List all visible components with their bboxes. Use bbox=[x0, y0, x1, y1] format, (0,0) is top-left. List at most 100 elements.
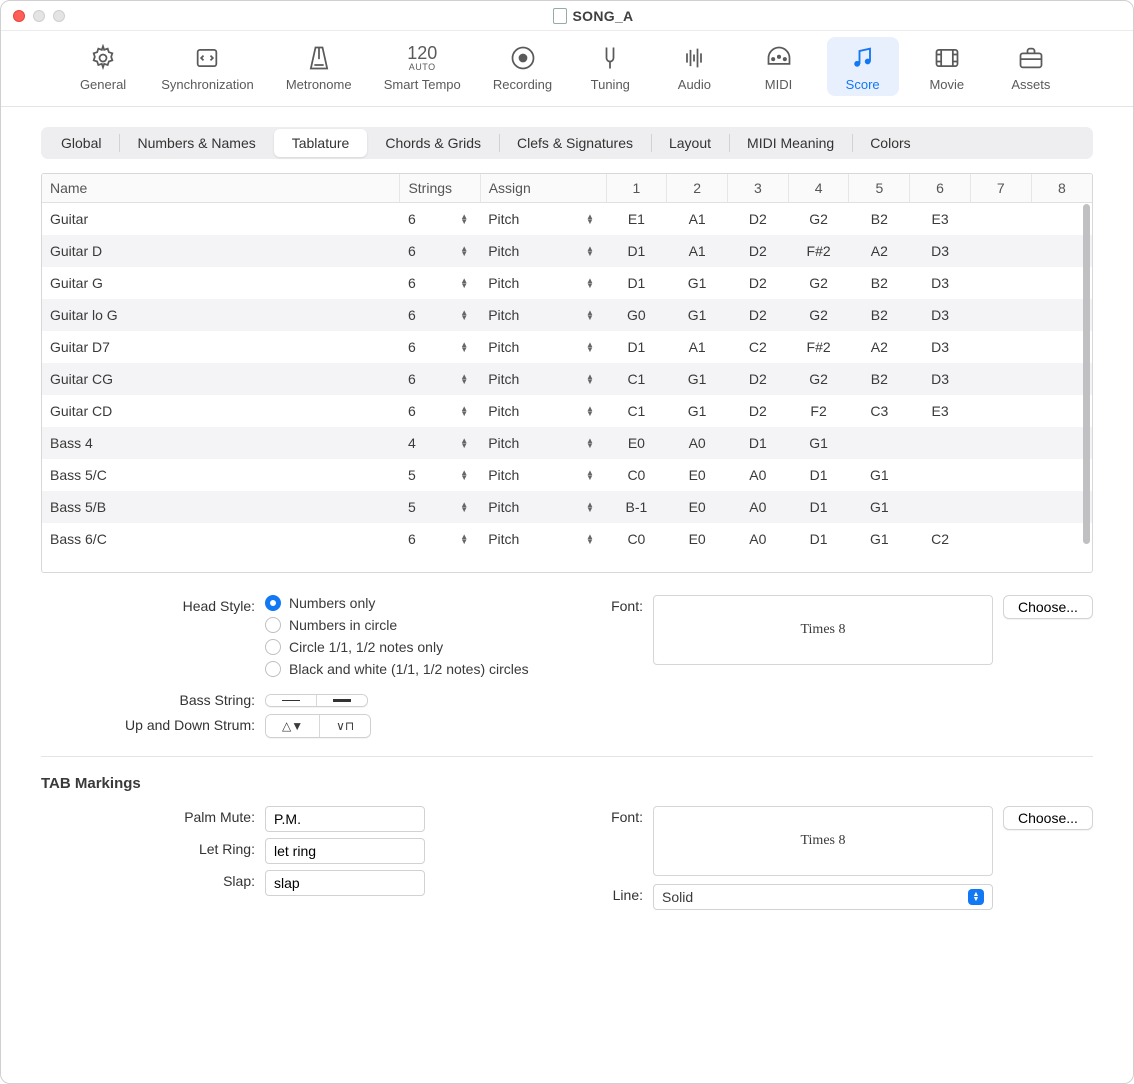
stepper-icon[interactable]: ▲▼ bbox=[586, 534, 598, 544]
radio-icon[interactable] bbox=[265, 661, 281, 677]
col-header-name[interactable]: Name bbox=[42, 174, 400, 203]
cell-string-1[interactable]: G0 bbox=[606, 299, 667, 331]
table-row[interactable]: Guitar6▲▼Pitch▲▼E1A1D2G2B2E3 bbox=[42, 203, 1092, 236]
cell-strings[interactable]: 5▲▼ bbox=[400, 459, 480, 491]
minimize-window-button[interactable] bbox=[33, 10, 45, 22]
cell-string-3[interactable]: D2 bbox=[728, 203, 789, 236]
cell-string-6[interactable]: E3 bbox=[910, 203, 971, 236]
cell-string-6[interactable]: D3 bbox=[910, 299, 971, 331]
cell-string-4[interactable]: F2 bbox=[788, 395, 849, 427]
subtab-numbers-names[interactable]: Numbers & Names bbox=[119, 129, 273, 157]
head-style-option-2[interactable]: Circle 1/1, 1/2 notes only bbox=[265, 639, 593, 655]
cell-name[interactable]: Guitar lo G bbox=[42, 299, 400, 331]
stepper-icon[interactable]: ▲▼ bbox=[586, 374, 598, 384]
cell-string-3[interactable]: D2 bbox=[728, 235, 789, 267]
stepper-icon[interactable]: ▲▼ bbox=[460, 534, 472, 544]
let-ring-input[interactable] bbox=[265, 838, 425, 864]
col-header-4[interactable]: 4 bbox=[788, 174, 849, 203]
cell-string-7[interactable] bbox=[970, 363, 1031, 395]
strum-option-1[interactable]: △▼ bbox=[266, 715, 319, 737]
cell-string-3[interactable]: A0 bbox=[728, 523, 789, 555]
bass-string-thick[interactable] bbox=[316, 695, 367, 706]
stepper-icon[interactable]: ▲▼ bbox=[586, 406, 598, 416]
cell-string-1[interactable]: D1 bbox=[606, 235, 667, 267]
cell-string-6[interactable]: C2 bbox=[910, 523, 971, 555]
cell-string-4[interactable]: F#2 bbox=[788, 331, 849, 363]
cell-string-7[interactable] bbox=[970, 299, 1031, 331]
toolbar-general[interactable]: General bbox=[67, 37, 139, 96]
zoom-window-button[interactable] bbox=[53, 10, 65, 22]
head-style-option-0[interactable]: Numbers only bbox=[265, 595, 593, 611]
slap-input[interactable] bbox=[265, 870, 425, 896]
cell-string-3[interactable]: A0 bbox=[728, 491, 789, 523]
cell-string-4[interactable]: G2 bbox=[788, 363, 849, 395]
stepper-icon[interactable]: ▲▼ bbox=[460, 278, 472, 288]
table-row[interactable]: Guitar CG6▲▼Pitch▲▼C1G1D2G2B2D3 bbox=[42, 363, 1092, 395]
close-window-button[interactable] bbox=[13, 10, 25, 22]
cell-strings[interactable]: 6▲▼ bbox=[400, 299, 480, 331]
cell-string-2[interactable]: E0 bbox=[667, 459, 728, 491]
cell-string-4[interactable]: G2 bbox=[788, 267, 849, 299]
vertical-scrollbar[interactable] bbox=[1083, 204, 1090, 564]
subtab-midi-meaning[interactable]: MIDI Meaning bbox=[729, 129, 852, 157]
stepper-icon[interactable]: ▲▼ bbox=[460, 310, 472, 320]
table-row[interactable]: Bass 44▲▼Pitch▲▼E0A0D1G1 bbox=[42, 427, 1092, 459]
stepper-icon[interactable]: ▲▼ bbox=[460, 438, 472, 448]
cell-strings[interactable]: 6▲▼ bbox=[400, 523, 480, 555]
cell-string-3[interactable]: D2 bbox=[728, 395, 789, 427]
cell-string-1[interactable]: C0 bbox=[606, 459, 667, 491]
cell-string-2[interactable]: G1 bbox=[667, 363, 728, 395]
stepper-icon[interactable]: ▲▼ bbox=[586, 470, 598, 480]
subtab-layout[interactable]: Layout bbox=[651, 129, 729, 157]
cell-assign[interactable]: Pitch▲▼ bbox=[480, 267, 606, 299]
cell-string-5[interactable] bbox=[849, 427, 910, 459]
cell-string-5[interactable]: B2 bbox=[849, 299, 910, 331]
cell-name[interactable]: Bass 4 bbox=[42, 427, 400, 459]
cell-string-3[interactable]: C2 bbox=[728, 331, 789, 363]
cell-string-1[interactable]: C1 bbox=[606, 363, 667, 395]
cell-string-3[interactable]: D1 bbox=[728, 427, 789, 459]
cell-string-6[interactable]: D3 bbox=[910, 331, 971, 363]
cell-string-6[interactable]: D3 bbox=[910, 363, 971, 395]
stepper-icon[interactable]: ▲▼ bbox=[460, 214, 472, 224]
cell-string-5[interactable]: A2 bbox=[849, 235, 910, 267]
cell-string-2[interactable]: G1 bbox=[667, 395, 728, 427]
choose-font-button-2[interactable]: Choose... bbox=[1003, 806, 1093, 830]
cell-string-3[interactable]: D2 bbox=[728, 363, 789, 395]
cell-strings[interactable]: 6▲▼ bbox=[400, 203, 480, 236]
cell-string-2[interactable]: A0 bbox=[667, 427, 728, 459]
table-row[interactable]: Guitar lo G6▲▼Pitch▲▼G0G1D2G2B2D3 bbox=[42, 299, 1092, 331]
cell-string-2[interactable]: E0 bbox=[667, 523, 728, 555]
cell-assign[interactable]: Pitch▲▼ bbox=[480, 395, 606, 427]
cell-string-3[interactable]: D2 bbox=[728, 267, 789, 299]
stepper-icon[interactable]: ▲▼ bbox=[460, 502, 472, 512]
cell-string-4[interactable]: G1 bbox=[788, 427, 849, 459]
cell-string-2[interactable]: G1 bbox=[667, 267, 728, 299]
stepper-icon[interactable]: ▲▼ bbox=[586, 214, 598, 224]
stepper-icon[interactable]: ▲▼ bbox=[460, 374, 472, 384]
cell-assign[interactable]: Pitch▲▼ bbox=[480, 427, 606, 459]
cell-string-7[interactable] bbox=[970, 203, 1031, 236]
radio-icon[interactable] bbox=[265, 595, 281, 611]
cell-string-2[interactable]: E0 bbox=[667, 491, 728, 523]
cell-string-7[interactable] bbox=[970, 331, 1031, 363]
cell-string-5[interactable]: G1 bbox=[849, 459, 910, 491]
cell-string-7[interactable] bbox=[970, 523, 1031, 555]
cell-string-2[interactable]: A1 bbox=[667, 331, 728, 363]
cell-string-3[interactable]: D2 bbox=[728, 299, 789, 331]
toolbar-assets[interactable]: Assets bbox=[995, 37, 1067, 96]
toolbar-audio[interactable]: Audio bbox=[658, 37, 730, 96]
cell-assign[interactable]: Pitch▲▼ bbox=[480, 363, 606, 395]
col-header-8[interactable]: 8 bbox=[1031, 174, 1092, 203]
cell-strings[interactable]: 6▲▼ bbox=[400, 235, 480, 267]
bass-string-thin[interactable] bbox=[266, 695, 316, 706]
toolbar-recording[interactable]: Recording bbox=[483, 37, 562, 96]
cell-assign[interactable]: Pitch▲▼ bbox=[480, 491, 606, 523]
stepper-icon[interactable]: ▲▼ bbox=[460, 406, 472, 416]
cell-string-4[interactable]: G2 bbox=[788, 203, 849, 236]
toolbar-synchronization[interactable]: Synchronization bbox=[151, 37, 264, 96]
cell-assign[interactable]: Pitch▲▼ bbox=[480, 299, 606, 331]
subtab-global[interactable]: Global bbox=[43, 129, 119, 157]
cell-name[interactable]: Guitar G bbox=[42, 267, 400, 299]
cell-string-6[interactable] bbox=[910, 491, 971, 523]
